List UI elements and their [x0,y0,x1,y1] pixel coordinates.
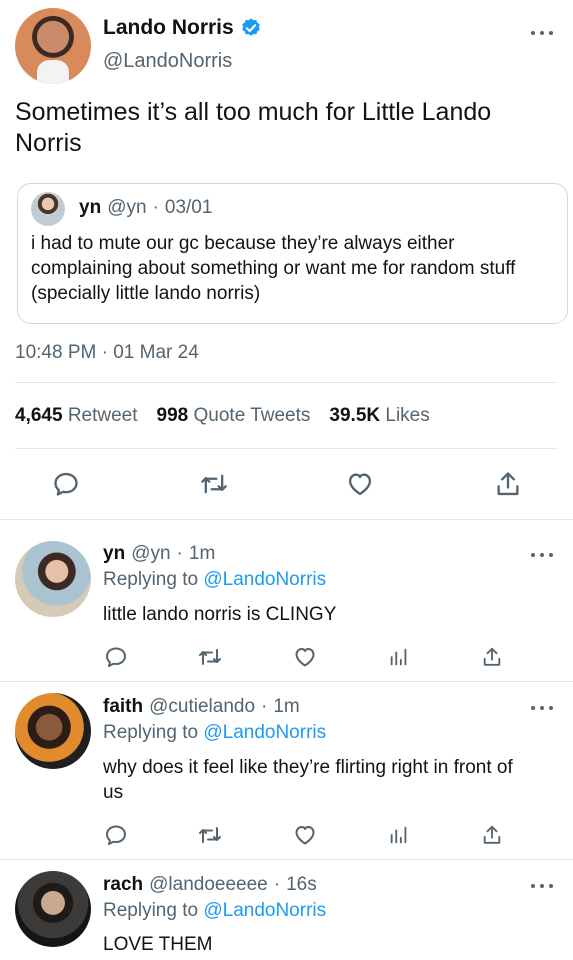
reply-author-name[interactable]: yn [103,543,125,565]
reply-author-handle[interactable]: @cutielando [149,696,255,718]
like-icon[interactable] [291,822,319,848]
reply-time: 16s [286,874,317,895]
share-icon[interactable] [479,644,505,670]
replying-to-link[interactable]: @LandoNorris [203,900,326,921]
reply-time: 1m [188,543,216,564]
author-handle[interactable]: @LandoNorris [103,50,232,73]
reply-author-name[interactable]: faith [103,696,143,718]
reply-author-handle[interactable]: @landoeeeee [149,874,268,896]
divider [0,519,573,520]
more-icon[interactable] [531,28,553,38]
retweet-icon[interactable] [196,468,232,500]
quote-date: 03/01 [164,197,213,218]
verified-badge-icon [240,17,262,39]
quote-separator: · [152,197,159,218]
divider [0,859,573,860]
reply-avatar[interactable] [15,871,91,947]
tweet-stats: 4,645 Retweet 998 Quote Tweets 39.5K Lik… [15,405,430,427]
reply-icon[interactable] [50,468,82,500]
reply-author-name[interactable]: rach [103,874,143,896]
quotes-count: 998 [156,405,189,426]
quote-tweet-card[interactable]: yn @yn · 03/01 i had to mute our gc beca… [17,183,568,324]
author-name[interactable]: Lando Norris [103,16,234,40]
more-icon[interactable] [531,550,553,560]
author-avatar[interactable] [15,8,91,84]
tweet-text: Sometimes it’s all too much for Little L… [15,98,492,157]
analytics-icon[interactable] [386,644,412,670]
analytics-icon[interactable] [386,822,412,848]
divider [15,382,558,383]
tweet-timestamp[interactable]: 10:48 PM · 01 Mar 24 [15,342,199,364]
reply-separator: · [273,874,281,895]
quote-avatar [31,192,65,226]
retweet-icon[interactable] [195,644,225,670]
reply-text: LOVE THEM [103,934,213,955]
likes-label: Likes [385,405,430,426]
retweets-count: 4,645 [15,405,63,426]
more-icon[interactable] [531,703,553,713]
share-icon[interactable] [479,822,505,848]
reply-author-handle[interactable]: @yn [131,543,170,565]
quote-author-name: yn [79,197,102,218]
retweet-icon[interactable] [195,822,225,848]
share-icon[interactable] [492,468,524,500]
reply-avatar[interactable] [15,541,91,617]
quote-text: i had to mute our gc because they’re alw… [31,233,516,304]
reply-separator: · [261,696,268,717]
likes-stat[interactable]: 39.5K Likes [329,405,429,427]
more-icon[interactable] [531,881,553,891]
replying-to-label: Replying to [103,900,199,921]
reply-icon[interactable] [103,644,129,670]
replying-to-link[interactable]: @LandoNorris [203,569,326,590]
retweets-stat[interactable]: 4,645 Retweet [15,405,138,427]
reply-time: 1m [273,696,300,717]
quotes-stat[interactable]: 998 Quote Tweets [157,405,311,427]
replying-to-link[interactable]: @LandoNorris [203,722,326,743]
reply-avatar[interactable] [15,693,91,769]
replying-to-label: Replying to [103,722,199,743]
quotes-label: Quote Tweets [193,405,311,426]
reply-icon[interactable] [103,822,129,848]
reply-separator: · [176,543,183,564]
divider [0,681,573,682]
retweets-label: Retweet [67,405,138,426]
quote-author-handle: @yn [107,197,147,218]
replying-to-label: Replying to [103,569,199,590]
like-icon[interactable] [343,468,377,500]
likes-count: 39.5K [329,405,381,426]
divider [15,448,558,449]
like-icon[interactable] [291,644,319,670]
reply-text: little lando norris is CLINGY [103,604,337,625]
reply-text: why does it feel like they’re flirting r… [103,757,513,803]
